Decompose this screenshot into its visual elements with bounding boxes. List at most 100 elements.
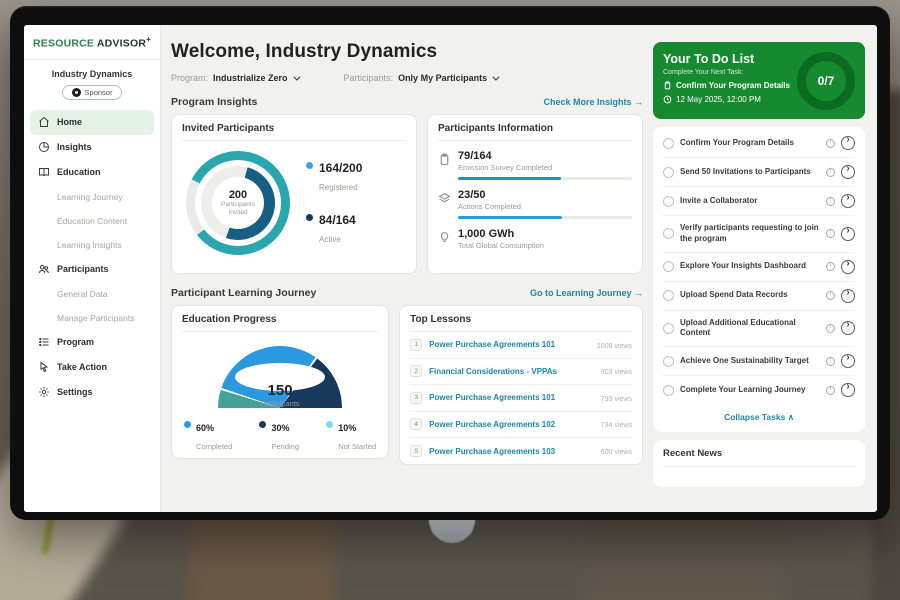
logo-plus: +	[146, 35, 151, 44]
task-checkbox[interactable]	[663, 385, 674, 396]
sidebar-item-insights[interactable]: Insights	[30, 135, 154, 160]
education-progress-title: Education Progress	[182, 314, 378, 332]
gauge-center-value: 150	[218, 382, 342, 399]
participants-information-title: Participants Information	[438, 123, 632, 141]
chevron-down-icon	[492, 73, 499, 80]
task-open-button[interactable]	[841, 354, 855, 368]
lesson-link[interactable]: Power Purchase Agreements 101	[429, 340, 588, 349]
todo-subtitle: Complete Your Next Task:	[663, 69, 791, 76]
sidebar-item-education-content[interactable]: Education Content	[30, 209, 154, 233]
lightbulb-icon	[438, 231, 451, 244]
task-label: Upload Spend Data Records	[680, 290, 820, 301]
task-checkbox[interactable]	[663, 167, 674, 178]
info-icon[interactable]	[826, 357, 835, 366]
main-column: Welcome, Industry Dynamics Program: Indu…	[171, 25, 643, 512]
task-label: Verify participants requesting to join t…	[680, 223, 820, 245]
actions-completed-label: Actions Completed	[458, 202, 632, 211]
task-row: Explore Your Insights Dashboard	[663, 253, 855, 282]
completed-pct: 60%	[196, 423, 214, 433]
task-open-button[interactable]	[841, 321, 855, 335]
task-label: Upload Additional Educational Content	[680, 318, 820, 340]
sidebar-item-education[interactable]: Education	[30, 160, 154, 185]
monitor-bezel: RESOURCE ADVISOR+ Industry Dynamics Spon…	[10, 6, 890, 520]
participants-dropdown[interactable]: Participants: Only My Participants	[344, 73, 498, 83]
task-checkbox[interactable]	[663, 196, 674, 207]
task-row: Confirm Your Program Details	[663, 129, 855, 158]
background-blur-shape	[585, 515, 785, 600]
arrow-right-icon: →	[634, 97, 643, 107]
task-open-button[interactable]	[841, 165, 855, 179]
task-open-button[interactable]	[841, 289, 855, 303]
info-icon[interactable]	[826, 139, 835, 148]
invited-participants-title: Invited Participants	[182, 123, 406, 141]
participants-donut-chart: 200 Participants Invited	[186, 151, 290, 255]
registered-label: Registered	[319, 183, 358, 192]
task-row: Invite a Collaborator	[663, 187, 855, 216]
go-to-learning-journey-link[interactable]: Go to Learning Journey →	[530, 288, 643, 298]
pending-dot-icon	[259, 421, 266, 428]
program-insights-header: Program Insights Check More Insights →	[171, 96, 643, 108]
task-checkbox[interactable]	[663, 228, 674, 239]
info-icon[interactable]	[826, 291, 835, 300]
collapse-tasks-link[interactable]: Collapse Tasks ∧	[663, 404, 855, 428]
task-open-button[interactable]	[841, 136, 855, 150]
sidebar-item-learning-insights[interactable]: Learning Insights	[30, 233, 154, 257]
check-more-insights-link[interactable]: Check More Insights →	[543, 97, 643, 107]
info-icon[interactable]	[826, 386, 835, 395]
registered-dot-icon	[306, 162, 313, 169]
info-icon[interactable]	[826, 168, 835, 177]
todo-task-list: Confirm Your Program Details Send 50 Inv…	[653, 127, 865, 432]
info-icon[interactable]	[826, 229, 835, 238]
clipboard-icon	[663, 81, 672, 90]
top-lessons-card: Top Lessons 1 Power Purchase Agreements …	[399, 305, 643, 465]
participants-label: Participants:	[344, 73, 394, 83]
task-open-button[interactable]	[841, 260, 855, 274]
logo-resource: RESOURCE	[33, 38, 94, 50]
program-dropdown[interactable]: Program: Industrialize Zero	[171, 73, 298, 83]
lesson-link[interactable]: Power Purchase Agreements 103	[429, 447, 592, 456]
sidebar-item-learning-journey[interactable]: Learning Journey	[30, 185, 154, 209]
education-progress-card: Education Progress 150 Participants	[171, 305, 389, 459]
lesson-link[interactable]: Financial Considerations - VPPAs	[429, 367, 592, 376]
task-label: Complete Your Learning Journey	[680, 385, 820, 396]
completed-label: Completed	[196, 442, 232, 451]
gauge-center: 150 Participants	[218, 382, 342, 408]
layers-icon	[438, 192, 451, 205]
sidebar-item-take-action[interactable]: Take Action	[30, 355, 154, 380]
task-open-button[interactable]	[841, 194, 855, 208]
participants-value: Only My Participants	[398, 73, 487, 83]
participants-information-card: Participants Information 79/164 Emission…	[427, 114, 643, 274]
not-started-legend-item: 10% Not Started	[326, 418, 376, 454]
active-value: 84/164	[319, 213, 356, 227]
todo-summary-card: Your To Do List Complete Your Next Task:…	[653, 42, 865, 119]
sidebar-item-home[interactable]: Home	[30, 110, 154, 135]
completed-dot-icon	[184, 421, 191, 428]
task-checkbox[interactable]	[663, 323, 674, 334]
task-open-button[interactable]	[841, 227, 855, 241]
task-checkbox[interactable]	[663, 290, 674, 301]
lesson-link[interactable]: Power Purchase Agreements 101	[429, 393, 592, 402]
sidebar-item-participants[interactable]: Participants	[30, 257, 154, 282]
task-checkbox[interactable]	[663, 356, 674, 367]
lesson-row: 3 Power Purchase Agreements 101 793views	[410, 385, 632, 412]
task-label: Invite a Collaborator	[680, 196, 820, 207]
sidebar-item-general-data[interactable]: General Data	[30, 282, 154, 306]
info-icon[interactable]	[826, 324, 835, 333]
lesson-link[interactable]: Power Purchase Agreements 102	[429, 420, 592, 429]
sidebar-item-label: Take Action	[57, 362, 107, 372]
task-checkbox[interactable]	[663, 138, 674, 149]
task-label: Explore Your Insights Dashboard	[680, 261, 820, 272]
actions-completed-stat: 23/50 Actions Completed	[438, 189, 632, 219]
info-icon[interactable]	[826, 262, 835, 271]
sidebar-item-label: Education Content	[57, 216, 127, 226]
donut-center-value: 200	[229, 189, 247, 201]
sidebar-item-program[interactable]: Program	[30, 330, 154, 355]
task-checkbox[interactable]	[663, 261, 674, 272]
sidebar-item-manage-participants[interactable]: Manage Participants	[30, 306, 154, 330]
sidebar-item-settings[interactable]: Settings	[30, 380, 154, 405]
registered-legend-item: 164/200 Registered	[306, 159, 362, 195]
sponsor-icon	[72, 88, 81, 97]
task-open-button[interactable]	[841, 383, 855, 397]
todo-column: Your To Do List Complete Your Next Task:…	[653, 25, 865, 512]
info-icon[interactable]	[826, 197, 835, 206]
